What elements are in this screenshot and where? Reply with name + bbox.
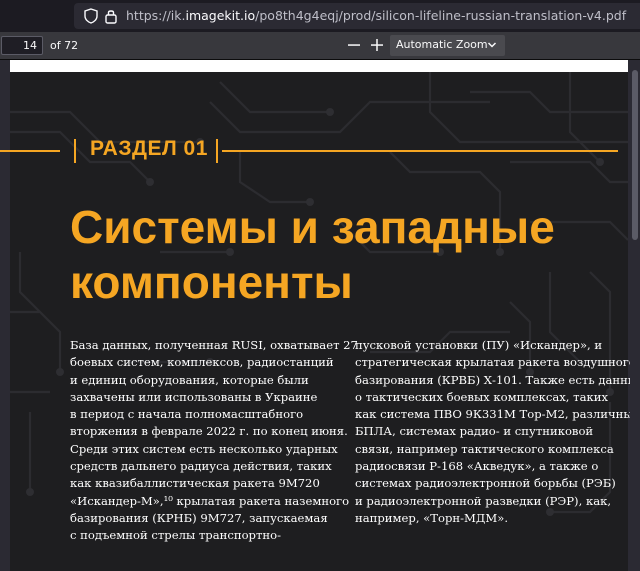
body-line: БПЛА, системах радио- и спутниковой (355, 424, 594, 439)
body-line: связи, например тактического комплекса (355, 441, 614, 456)
lock-icon[interactable] (104, 8, 118, 24)
body-line: База данных, полученная RUSI, охватывает… (70, 338, 358, 352)
body-line: о тактических боевых комплексах, таких (355, 389, 608, 404)
body-line: например, «Торн-МДМ». (355, 510, 509, 525)
body-line: как система ПВО 9К331М Тор-М2, различных (355, 407, 640, 422)
page-top-edge (10, 60, 628, 72)
body-line: стратегическая крылатая ракета воздушног… (355, 355, 636, 370)
body-line: «Искандер-М»,¹⁰ крылатая ракета наземног… (70, 493, 350, 508)
scrollbar-thumb[interactable] (632, 70, 638, 240)
body-line: пусковой установки (ПУ) «Искандер», и (355, 338, 603, 352)
body-line: и радиоэлектронной разведки (РЭР), как, (355, 493, 612, 508)
body-line: в период с начала полномасштабного (70, 407, 304, 422)
zoom-select-label: Automatic Zoom (396, 38, 488, 51)
shield-icon[interactable] (84, 8, 98, 24)
body-line: базирования (КРВБ) Х-101. Также есть дан… (355, 372, 640, 387)
body-line: боевых систем, комплексов, радиостанций (70, 355, 334, 370)
zoom-out-icon[interactable] (346, 37, 362, 53)
body-line: с подъемной стрелы транспортно- (70, 528, 282, 543)
body-column-left: База данных, полученная RUSI, охватывает… (70, 337, 358, 545)
chevron-down-icon (487, 42, 497, 48)
zoom-select[interactable]: Automatic Zoom (390, 35, 505, 56)
section-bracket-left (74, 139, 76, 163)
title-line: Системы и западные (70, 201, 555, 253)
url-text[interactable]: https://ik.imagekit.io/po8th4g4eqj/prod/… (126, 8, 626, 23)
page-number-input[interactable]: 14 (1, 36, 43, 55)
body-line: и единиц оборудования, которые были (70, 372, 309, 387)
body-line: вторжения в феврале 2022 г. по конец июн… (70, 424, 348, 439)
section-rule-left (0, 150, 60, 152)
page-title: Системы и западные компоненты (70, 200, 590, 310)
body-line: Среди этих систем есть несколько ударных (70, 441, 338, 456)
body-line: захвачены или использованы в Украине (70, 389, 318, 404)
section-bracket-right (216, 139, 218, 163)
zoom-in-icon[interactable] (369, 37, 385, 53)
page-count: of 72 (50, 39, 79, 52)
section-rule-right (222, 150, 618, 152)
body-line: как квазибаллистическая ракета 9М720 (70, 476, 320, 491)
title-line: компоненты (70, 256, 353, 308)
section-label: РАЗДЕЛ 01 (90, 137, 208, 160)
body-column-right: пусковой установки (ПУ) «Искандер», и стр… (355, 337, 640, 527)
body-line: системах радиоэлектронной борьбы (РЭБ) (355, 476, 616, 491)
pdf-toolbar (0, 32, 640, 60)
url-host: imagekit.io (185, 8, 256, 23)
body-line: базирования (КРНБ) 9М727, запускаемая (70, 510, 328, 525)
body-line: радиосвязи Р-168 «Акведук», а также о (355, 459, 599, 474)
body-line: средств дальнего радиуса действия, таких (70, 459, 332, 474)
